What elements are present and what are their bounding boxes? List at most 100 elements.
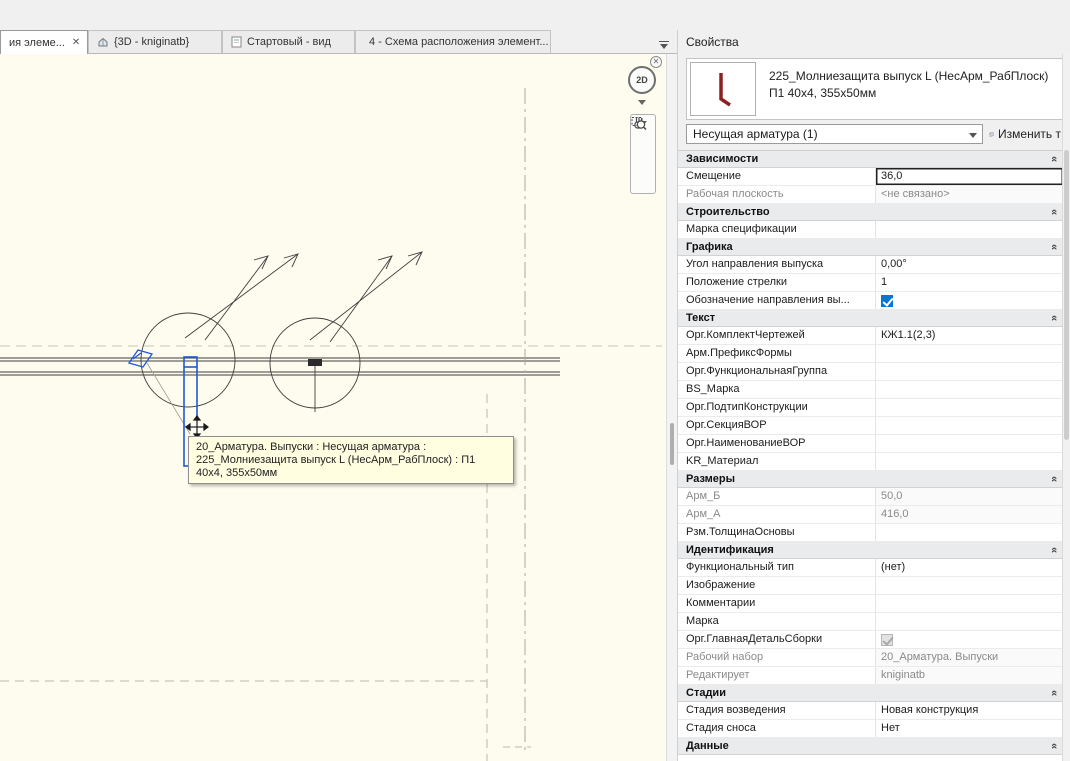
tab-label: ия элеме...: [9, 37, 65, 49]
property-value[interactable]: [876, 524, 1063, 541]
steering-wheel-2d-icon[interactable]: 2D: [628, 66, 656, 94]
property-label: Арм_А: [678, 506, 876, 523]
collapse-group-icon[interactable]: «: [1049, 743, 1059, 749]
tab-3d-view[interactable]: {3D - kniginatb}: [88, 30, 222, 53]
sheet-icon: [231, 36, 242, 48]
property-value[interactable]: 36,0: [876, 168, 1063, 185]
collapse-group-icon[interactable]: «: [1049, 547, 1059, 553]
property-value[interactable]: [876, 417, 1063, 434]
outlet-circles: [141, 313, 360, 408]
property-row: Арм_А416,0: [678, 506, 1063, 524]
property-row: Арм_Б50,0: [678, 488, 1063, 506]
property-row: Орг.КомплектЧертежейКЖ1.1(2,3): [678, 327, 1063, 345]
property-row: BS_Марка: [678, 381, 1063, 399]
property-value[interactable]: [876, 345, 1063, 362]
property-group-header[interactable]: Размеры «: [678, 471, 1063, 488]
leader-arrows: [185, 252, 422, 342]
property-row: Орг.НаименованиеВОР: [678, 435, 1063, 453]
property-label: Арм.ПрефиксФормы: [678, 345, 876, 362]
property-row: Изображение: [678, 577, 1063, 595]
collapse-group-icon[interactable]: «: [1049, 476, 1059, 482]
property-label: KR_Материал: [678, 453, 876, 470]
canvas-scrollbar[interactable]: [666, 54, 677, 761]
group-name: Стадии: [686, 687, 726, 699]
element-tooltip: 20_Арматура. Выпуски : Несущая арматура …: [188, 436, 514, 484]
property-row: Смещение36,0: [678, 168, 1063, 186]
property-value: 416,0: [876, 506, 1063, 523]
edit-type-button[interactable]: Изменить т: [989, 127, 1061, 142]
property-value[interactable]: 1: [876, 274, 1063, 291]
property-group-header[interactable]: Текст «: [678, 310, 1063, 327]
property-value[interactable]: (нет): [876, 559, 1063, 576]
property-row: Орг.ПодтипКонструкции: [678, 399, 1063, 417]
property-value[interactable]: Нет: [876, 720, 1063, 737]
navigation-bar: ✕ 2D: [624, 56, 664, 246]
property-label: Орг.СекцияВОР: [678, 417, 876, 434]
type-name-line2: П1 40x4, 355x50мм: [769, 85, 1048, 102]
property-row: Орг.ГлавнаяДетальСборки: [678, 631, 1063, 649]
property-value[interactable]: [876, 292, 1063, 309]
combo-arrow-icon: [969, 133, 977, 138]
collapse-group-icon[interactable]: «: [1049, 244, 1059, 250]
property-label: Орг.ГлавнаяДетальСборки: [678, 631, 876, 648]
property-row: Положение стрелки1: [678, 274, 1063, 292]
property-value[interactable]: [876, 363, 1063, 380]
collapse-group-icon[interactable]: «: [1049, 209, 1059, 215]
tab-label: 4 - Схема расположения элемент...: [369, 36, 549, 48]
tab-scheme-view[interactable]: 4 - Схема расположения элемент...: [355, 30, 551, 53]
property-value[interactable]: [876, 435, 1063, 452]
property-group-header[interactable]: Данные «: [678, 738, 1063, 755]
property-value[interactable]: [876, 631, 1063, 648]
navbar-close-icon[interactable]: ✕: [650, 56, 662, 68]
tooltip-line: 40x4, 355x50мм: [196, 467, 506, 480]
tooltip-line: 20_Арматура. Выпуски : Несущая арматура …: [196, 441, 506, 454]
property-group-header[interactable]: Графика«: [678, 239, 1063, 256]
property-value[interactable]: КЖ1.1(2,3): [876, 327, 1063, 344]
group-name: Размеры: [686, 473, 735, 485]
property-value[interactable]: 0,00°: [876, 256, 1063, 273]
property-value[interactable]: [876, 613, 1063, 630]
zoom-toolbar: [630, 114, 656, 194]
property-label: Рабочая плоскость: [678, 186, 876, 203]
property-value[interactable]: [876, 595, 1063, 612]
property-row: Орг.СекцияВОР: [678, 417, 1063, 435]
type-selector-combo[interactable]: Несущая арматура (1): [686, 124, 983, 144]
property-value[interactable]: [876, 381, 1063, 398]
tab-list-dropdown-icon[interactable]: [657, 41, 671, 49]
tooltip-line: 225_Молниезащита выпуск L (НесАрм_РабПло…: [196, 454, 506, 467]
property-group-header[interactable]: Зависимости«: [678, 151, 1063, 168]
property-value: kniginatb: [876, 667, 1063, 684]
property-value[interactable]: [876, 221, 1063, 238]
properties-scrollbar[interactable]: [1062, 54, 1070, 761]
property-label: Рабочий набор: [678, 649, 876, 666]
collapse-group-icon[interactable]: «: [1049, 315, 1059, 321]
collapse-group-icon[interactable]: «: [1049, 156, 1059, 162]
property-group-header[interactable]: Строительство«: [678, 204, 1063, 221]
properties-panel-title: Свойства: [678, 30, 1070, 54]
tab-start-view[interactable]: Стартовый - вид: [222, 30, 355, 53]
property-value[interactable]: [876, 577, 1063, 594]
property-group-header[interactable]: Идентификация«: [678, 542, 1063, 559]
move-cursor: [186, 416, 208, 438]
wheel-dropdown-icon[interactable]: [638, 100, 646, 105]
group-name: Текст: [686, 312, 715, 324]
tab-active-view[interactable]: ия элеме... ✕: [0, 30, 88, 54]
property-value[interactable]: [876, 453, 1063, 470]
property-value: 20_Арматура. Выпуски: [876, 649, 1063, 666]
scrollbar-thumb[interactable]: [670, 423, 674, 465]
group-name: Данные: [686, 740, 729, 752]
zoom-region-icon[interactable]: [631, 115, 647, 131]
property-row: Рзм.ТолщинаОсновы: [678, 524, 1063, 542]
property-group-header[interactable]: Стадии «: [678, 685, 1063, 702]
property-checkbox[interactable]: [881, 295, 893, 307]
property-checkbox: [881, 634, 893, 646]
property-value: <не связано>: [876, 186, 1063, 203]
scrollbar-thumb[interactable]: [1064, 150, 1069, 440]
close-tab-icon[interactable]: ✕: [72, 37, 80, 48]
family-symbol-icon: [706, 69, 740, 109]
drawing-canvas[interactable]: 20_Арматура. Выпуски : Несущая арматура …: [0, 54, 666, 761]
collapse-group-icon[interactable]: «: [1049, 690, 1059, 696]
property-value[interactable]: Новая конструкция: [876, 702, 1063, 719]
property-value[interactable]: [876, 399, 1063, 416]
property-label: Изображение: [678, 577, 876, 594]
